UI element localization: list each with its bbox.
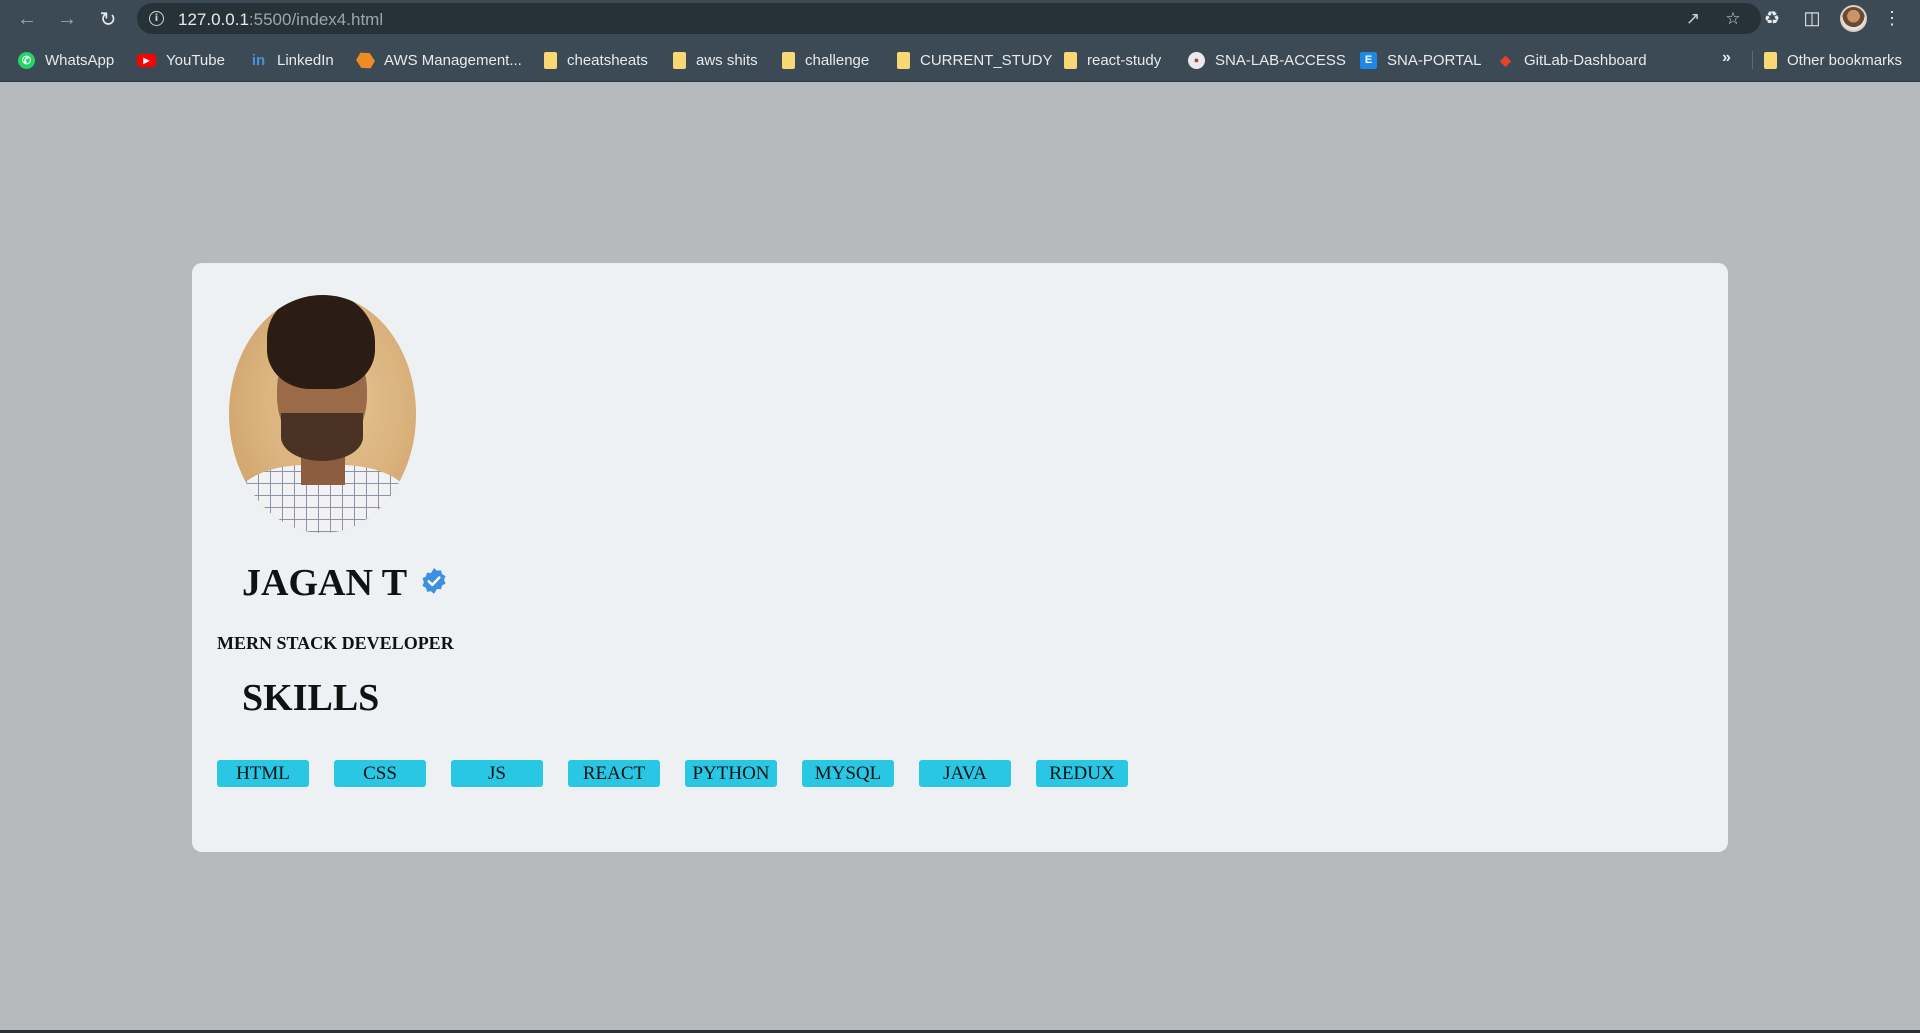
bookmarks-divider	[1752, 51, 1753, 69]
extensions-puzzle-icon[interactable]: ♻	[1760, 6, 1784, 30]
back-arrow-icon[interactable]: ←	[12, 4, 42, 34]
bookmarks-bar: ✆ WhatsApp ▶ YouTube in LinkedIn AWS Manage…	[0, 37, 1920, 82]
bookmark-youtube[interactable]: ▶ YouTube	[137, 49, 225, 71]
profile-name: JAGAN T	[242, 562, 408, 604]
skill-tag: CSS	[334, 760, 426, 787]
bookmark-aws[interactable]: AWS Management...	[357, 49, 522, 71]
bookmark-cheatsheats[interactable]: cheatsheats	[544, 49, 648, 71]
portal-icon: E	[1360, 51, 1377, 69]
skills-heading: SKILLS	[242, 677, 380, 719]
bookmark-gitlab-dashboard[interactable]: ◆ GitLab-Dashboard	[1497, 49, 1646, 71]
other-bookmarks[interactable]: Other bookmarks	[1764, 49, 1902, 71]
skill-tag: REDUX	[1036, 760, 1128, 787]
bookmark-sna-portal[interactable]: E SNA-PORTAL	[1360, 49, 1481, 71]
share-icon[interactable]: ↗	[1682, 8, 1704, 30]
forward-arrow-icon[interactable]: →	[52, 4, 82, 34]
skill-tag: MYSQL	[802, 760, 894, 787]
verified-badge-icon	[422, 568, 446, 594]
folder-icon	[1064, 51, 1077, 69]
site-info-icon[interactable]: i	[149, 11, 164, 26]
folder-icon	[782, 51, 795, 69]
skill-tag: REACT	[568, 760, 660, 787]
url-text[interactable]: 127.0.0.1:5500/index4.html	[178, 10, 383, 30]
folder-icon	[544, 51, 557, 69]
profile-photo	[229, 295, 416, 533]
folder-icon	[1764, 51, 1777, 69]
skill-tag: JAVA	[919, 760, 1011, 787]
address-bar[interactable]: i 127.0.0.1:5500/index4.html ↗ ☆	[137, 3, 1761, 34]
bookmark-current-study[interactable]: CURRENT_STUDY	[897, 49, 1053, 71]
bookmark-aws-shits[interactable]: aws shits	[673, 49, 758, 71]
bookmark-challenge[interactable]: challenge	[782, 49, 869, 71]
sna-icon: ●	[1188, 51, 1205, 69]
menu-kebab-icon[interactable]: ⋮	[1880, 6, 1904, 30]
bookmark-star-icon[interactable]: ☆	[1722, 8, 1744, 30]
youtube-icon: ▶	[137, 53, 156, 67]
browser-toolbar: ← → ↻ i 127.0.0.1:5500/index4.html ↗ ☆ ♻…	[0, 0, 1920, 37]
linkedin-icon: in	[251, 51, 266, 69]
skill-tag: JS	[451, 760, 543, 787]
skill-tag: HTML	[217, 760, 309, 787]
bookmarks-overflow-chevron[interactable]: »	[1722, 49, 1731, 67]
whatsapp-icon: ✆	[18, 51, 35, 69]
bookmark-sna-lab-access[interactable]: ● SNA-LAB-ACCESS	[1188, 49, 1346, 71]
skill-tag: PYTHON	[685, 760, 777, 787]
side-panel-icon[interactable]: ◫	[1800, 6, 1824, 30]
gitlab-icon: ◆	[1500, 51, 1511, 68]
profile-role: MERN STACK DEVELOPER	[217, 633, 454, 653]
bookmark-whatsapp[interactable]: ✆ WhatsApp	[18, 49, 114, 71]
folder-icon	[673, 51, 686, 69]
bookmark-react-study[interactable]: react-study	[1064, 49, 1161, 71]
profile-avatar-icon[interactable]	[1840, 5, 1867, 32]
reload-icon[interactable]: ↻	[93, 4, 123, 34]
skills-list: HTML CSS JS REACT PYTHON MYSQL JAVA REDU…	[217, 760, 1128, 787]
bookmark-linkedin[interactable]: in LinkedIn	[250, 49, 334, 71]
profile-card: JAGAN T MERN STACK DEVELOPER SKILLS HTML…	[192, 263, 1728, 852]
aws-icon	[354, 48, 377, 71]
folder-icon	[897, 51, 910, 69]
